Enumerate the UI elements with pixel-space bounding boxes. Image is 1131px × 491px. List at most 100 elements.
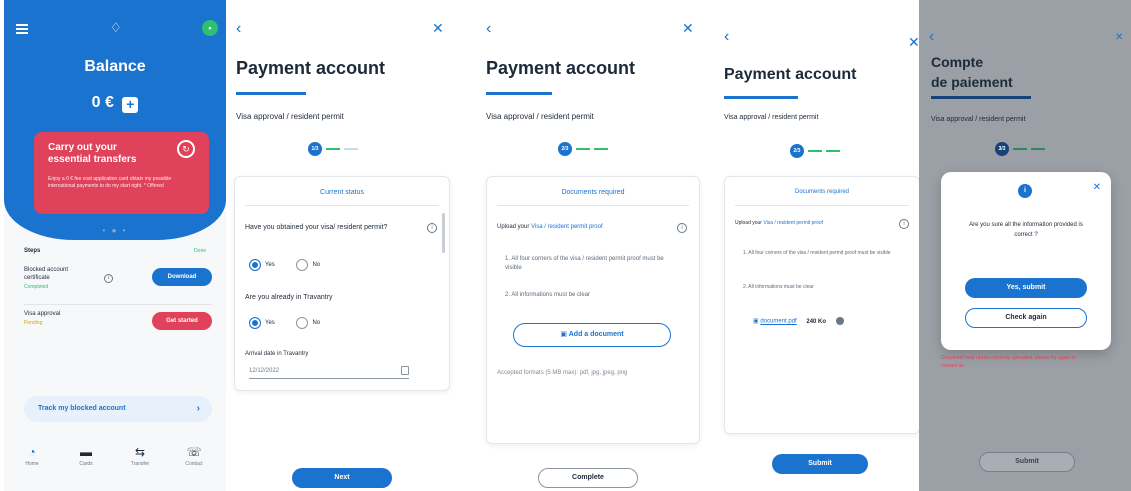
step-progress: 1/3 [308, 142, 378, 156]
submit-button[interactable]: Submit [979, 452, 1075, 472]
menu-icon[interactable] [16, 24, 28, 34]
upload-prefix: Upload your [735, 220, 764, 226]
submit-button[interactable]: Submit [772, 454, 868, 474]
page-title: Payment account [724, 66, 857, 83]
steps-heading: Steps [24, 248, 41, 254]
documents-screen: ‹ ✕ Payment account Visa approval / resi… [478, 0, 708, 491]
phone-icon: ☏ [186, 445, 202, 459]
upload-instruction: Upload your Visa / resident permit proof [497, 223, 667, 232]
yes-radio[interactable] [249, 317, 261, 329]
step-dash [594, 148, 608, 150]
track-account-button[interactable]: Track my blocked account › [24, 396, 212, 422]
complete-button[interactable]: Complete [538, 468, 638, 488]
tab-transfer[interactable]: ⇆ Transfer [120, 445, 160, 467]
step-dash [576, 148, 590, 150]
check-again-button[interactable]: Check again [965, 308, 1087, 328]
documents-card: Documents required Upload your Visa / re… [724, 176, 920, 434]
uploaded-file: ▣ document.pdf 240 Ko [753, 317, 844, 325]
divider [245, 205, 439, 206]
carousel-dots[interactable]: • ● • [4, 226, 226, 235]
download-button[interactable]: Download [152, 268, 212, 286]
title-underline [931, 96, 1031, 99]
step-dash [1013, 148, 1027, 150]
step-item: Blocked account certificate Completed i … [24, 266, 212, 302]
payment-status-screen: ‹ ✕ Payment account Visa approval / resi… [228, 0, 458, 491]
back-icon[interactable]: ‹ [236, 20, 241, 38]
page-subtitle: Visa approval / resident permit [236, 112, 344, 121]
balance-amount: 0 € + [4, 94, 226, 113]
tab-cards[interactable]: ▬ Cards [66, 445, 106, 467]
tab-label: Transfer [130, 461, 150, 467]
step-indicator: 2/3 [790, 144, 804, 158]
no-radio[interactable] [296, 259, 309, 271]
avatar[interactable]: • [202, 20, 218, 36]
requirement-item: 1. All four corners of the visa / reside… [505, 256, 664, 271]
step-dash [344, 148, 358, 150]
requirement-item: 2. All informations must be clear [743, 284, 814, 290]
add-funds-button[interactable]: + [122, 97, 139, 113]
requirement-item: 1. All four corners of the visa / reside… [743, 250, 891, 256]
close-icon[interactable]: ✕ [1093, 182, 1101, 193]
scrollbar[interactable] [442, 213, 445, 253]
radio-label: No [312, 320, 321, 326]
dialog-message: Are you sure all the information provide… [969, 222, 1083, 238]
tab-contact[interactable]: ☏ Contact [174, 445, 214, 467]
add-document-button[interactable]: ▣ Add a document [513, 323, 671, 347]
info-icon[interactable]: i [427, 223, 437, 233]
notification-icon[interactable]: ♢ [110, 20, 122, 36]
back-icon[interactable]: ‹ [724, 28, 729, 46]
tab-label: Cards [79, 461, 93, 467]
promo-card[interactable]: Carry out your essential transfers Enjoy… [34, 132, 209, 214]
track-label: Track my blocked account [38, 405, 126, 412]
no-radio[interactable] [296, 317, 309, 329]
file-size: 240 Ko [806, 318, 827, 325]
upload-link[interactable]: Visa / resident permit proof [531, 224, 603, 230]
upload-link[interactable]: Visa / resident permit proof [763, 220, 823, 226]
add-document-label: Add a document [568, 331, 624, 338]
calendar-icon[interactable] [401, 366, 409, 375]
title-line: Compte [931, 54, 984, 70]
accepted-formats: Accepted formats (5 MB max): pdf, jpg, j… [497, 370, 628, 376]
tab-home[interactable]: ◔ Home [12, 445, 52, 467]
arrival-date-field[interactable]: 12/12/2022 [249, 363, 409, 379]
info-icon[interactable]: i [899, 219, 909, 229]
page-title: Payment account [486, 58, 636, 78]
confirm-submit-button[interactable]: Yes, submit [965, 278, 1087, 298]
chevron-right-icon: › [196, 403, 200, 414]
question-country: Are you already in Travantry [245, 294, 333, 301]
back-icon[interactable]: ‹ [929, 28, 934, 46]
page-title: Payment account [236, 58, 386, 78]
page-subtitle: Visa approval / resident permit [486, 112, 594, 121]
radio-label: No [312, 262, 321, 268]
info-icon: i [1018, 184, 1032, 198]
close-icon[interactable]: ✕ [908, 34, 920, 51]
title-line: de paiement [931, 74, 1013, 90]
step-progress: 2/3 [558, 142, 628, 156]
documents-uploaded-screen: ‹ ✕ Payment account Visa approval / resi… [716, 0, 926, 491]
close-icon[interactable]: ✕ [1115, 32, 1123, 43]
remove-file-icon[interactable] [835, 317, 844, 325]
title-underline [486, 92, 552, 95]
page-subtitle: Visa approval / resident permit [931, 116, 1026, 123]
step-indicator: 2/3 [558, 142, 572, 156]
upload-instruction: Upload your Visa / resident permit proof [735, 219, 895, 227]
upload-prefix: Upload your [497, 224, 532, 230]
info-icon[interactable]: i [104, 274, 113, 283]
steps-link[interactable]: Done [194, 248, 206, 254]
error-message: Document may not be correctly uploaded, … [941, 355, 1077, 369]
requirement-item: 2. All informations must be clear [505, 292, 591, 298]
yes-radio[interactable] [249, 259, 261, 271]
balance-value: 0 € [91, 94, 114, 111]
back-icon[interactable]: ‹ [486, 20, 491, 38]
date-value: 12/12/2022 [249, 368, 280, 374]
step-dash [1031, 148, 1045, 150]
file-name[interactable]: document.pdf [760, 319, 796, 325]
confirmation-screen: ‹ ✕ Compte de paiement Visa approval / r… [919, 0, 1131, 491]
close-icon[interactable]: ✕ [682, 20, 694, 37]
radio-label: Yes [265, 320, 275, 326]
next-button[interactable]: Next [292, 468, 392, 488]
step-dash [808, 150, 822, 152]
close-icon[interactable]: ✕ [432, 20, 444, 37]
info-icon[interactable]: i [677, 223, 687, 233]
get-started-button[interactable]: Get started [152, 312, 212, 330]
